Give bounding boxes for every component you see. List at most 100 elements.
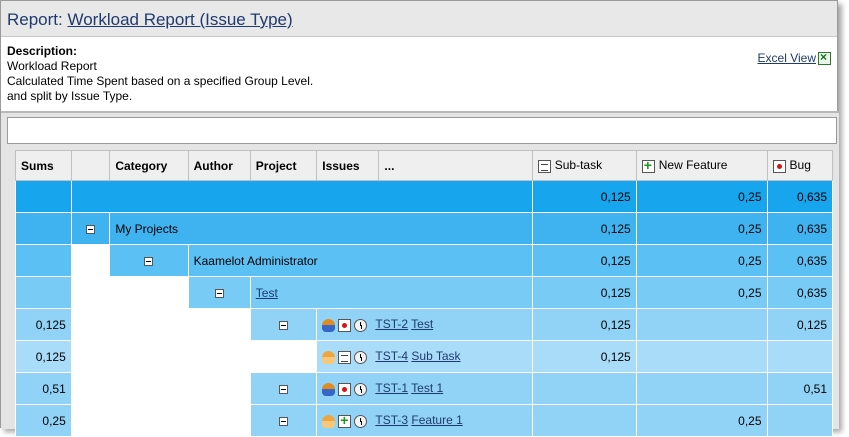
col-project[interactable]: Project [249,150,318,181]
project-new-feature: 0,25 [635,276,768,309]
project-toggle[interactable] [187,276,251,309]
issue-summary-link[interactable]: Test [411,317,433,331]
issue-sums: 0,25 [15,404,72,437]
col-subtask[interactable]: Sub-task [531,150,637,181]
category-row: My Projects 0,125 0,25 0,635 [15,212,834,245]
collapse-icon[interactable] [279,416,289,426]
collapse-icon[interactable] [144,256,154,266]
col-category[interactable]: Category [109,150,189,181]
issue-summary-link[interactable]: Sub Task [411,349,460,363]
assignee-icon [322,382,336,396]
issue-key-link[interactable]: TST-2 [375,317,408,331]
category-new-feature: 0,25 [635,212,768,245]
project-sums [15,276,72,309]
col-more[interactable]: ... [378,150,533,181]
col-new-feature[interactable]: New Feature [635,150,768,181]
excel-view-label: Excel View [757,51,816,65]
collapse-icon[interactable] [279,320,289,330]
bug-icon [772,159,786,173]
total-row: 0,125 0,25 0,635 [15,180,834,213]
total-bug: 0,635 [766,180,834,213]
author-subtask: 0,125 [531,244,637,277]
project-bug: 0,635 [766,276,834,309]
col-bug[interactable]: Bug [766,150,834,181]
issue-key-link[interactable]: TST-4 [375,349,408,363]
col-subtask-label: Sub-task [554,158,603,173]
assignee-icon [322,414,336,428]
subtask-icon [338,350,352,364]
author-label: Kaamelot Administrator [187,244,533,277]
table-row: 0,125 TST-2 Test 0,125 0,125 [15,308,834,341]
issue-toggle[interactable] [249,308,318,341]
category-sums [15,212,72,245]
issue-toggle[interactable] [249,372,318,405]
issue-new-feature: 0,25 [635,404,768,437]
issue-key-link[interactable]: TST-3 [375,413,408,427]
author-toggle[interactable] [109,244,189,277]
project-link[interactable]: Test [256,286,278,300]
collapse-icon[interactable] [86,224,96,234]
category-bug: 0,635 [766,212,834,245]
excel-icon [818,50,831,65]
col-issues[interactable]: Issues [316,150,380,181]
total-sums [15,180,72,213]
description-line-1: Workload Report [7,59,97,73]
category-label: My Projects [109,212,533,245]
issue-cell: TST-1 Test 1 [316,372,533,405]
issue-key-link[interactable]: TST-1 [375,381,408,395]
clock-icon [354,350,368,364]
issue-cell: TST-3 Feature 1 [316,404,533,437]
total-label [70,180,533,213]
subtask-icon [537,159,551,173]
category-subtask: 0,125 [531,212,637,245]
clock-icon [354,414,368,428]
author-bug: 0,635 [766,244,834,277]
issue-toggle[interactable] [249,404,318,437]
col-toggle [70,150,111,181]
issue-summary-link[interactable]: Test 1 [411,381,443,395]
assignee-icon [322,318,336,332]
collapse-icon[interactable] [279,384,289,394]
bug-icon [338,382,352,396]
project-label-cell: Test [249,276,533,309]
table-row: 0,125 TST-4 Sub Task 0,125 [15,340,834,373]
category-toggle[interactable] [70,212,111,245]
issue-new-feature [635,308,768,341]
col-author[interactable]: Author [187,150,251,181]
clock-icon [354,382,368,396]
author-sums [15,244,72,277]
filter-input[interactable] [7,117,837,144]
new-feature-icon [641,157,655,173]
issue-bug: 0,51 [766,372,834,405]
assignee-icon [322,350,336,364]
issue-cell: TST-2 Test [316,308,533,341]
report-window: Report: Workload Report (Issue Type) Des… [0,0,839,437]
total-subtask: 0,125 [531,180,637,213]
workload-table: Sums Category Author Project Issues ... … [15,150,834,437]
report-title-bar: Report: Workload Report (Issue Type) [1,1,837,37]
issue-new-feature [635,340,768,373]
issue-subtask [531,404,637,437]
issue-sums: 0,125 [15,340,72,373]
col-sums[interactable]: Sums [15,150,72,181]
col-bug-label: Bug [789,158,811,173]
new-feature-icon [338,412,352,428]
issue-bug [766,404,834,437]
issue-sums: 0,125 [15,308,72,341]
report-panel: Sums Category Author Project Issues ... … [1,111,839,437]
collapse-icon[interactable] [214,288,224,298]
issue-subtask [531,372,637,405]
issue-subtask: 0,125 [531,308,637,341]
issue-cell: TST-4 Sub Task [316,340,533,373]
report-title-link[interactable]: Workload Report (Issue Type) [67,10,292,29]
total-new-feature: 0,25 [635,180,768,213]
clock-icon [354,318,368,332]
description-line-3: and split by Issue Type. [7,89,133,103]
author-row: Kaamelot Administrator 0,125 0,25 0,635 [15,244,834,277]
issue-subtask: 0,125 [531,340,637,373]
issue-summary-link[interactable]: Feature 1 [411,413,462,427]
excel-view-link[interactable]: Excel View [757,50,831,66]
description-line-2: Calculated Time Spent based on a specifi… [7,74,314,88]
col-new-feature-label: New Feature [658,158,728,173]
project-row: Test 0,125 0,25 0,635 [15,276,834,309]
